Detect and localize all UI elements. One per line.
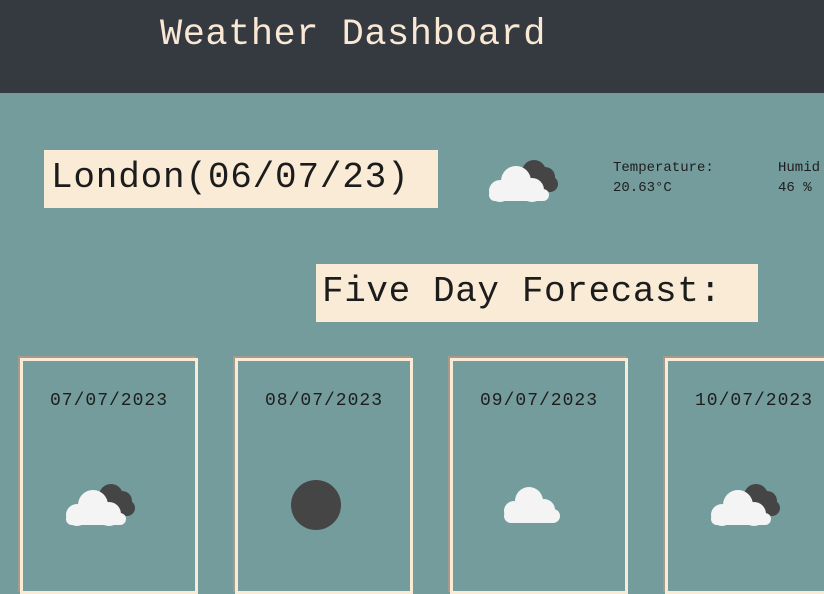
page-title: Weather Dashboard — [160, 14, 546, 56]
forecast-heading: Five Day Forecast: — [322, 271, 722, 312]
city-title: London(06/07/23) — [51, 157, 410, 198]
humidity-label: Humid — [778, 160, 821, 176]
temperature-value: 20.63°C — [613, 180, 672, 196]
sun-icon — [291, 480, 341, 530]
temperature-stat: Temperature: 20.63°C — [613, 158, 714, 198]
header-bar: Weather Dashboard — [0, 0, 824, 93]
cloudy-icon — [711, 484, 780, 526]
forecast-date: 08/07/2023 — [264, 391, 384, 411]
forecast-date: 07/07/2023 — [49, 391, 169, 411]
humidity-value: 46 % — [778, 180, 812, 196]
cloudy-icon — [66, 484, 135, 526]
forecast-day-card: 10/07/2023 — [665, 358, 824, 594]
current-weather-title-box: London(06/07/23) — [44, 150, 438, 208]
forecast-day-card: 07/07/2023 — [20, 358, 198, 594]
forecast-day-card: 09/07/2023 — [450, 358, 628, 594]
humidity-stat: Humid 46 % — [778, 158, 820, 198]
cloud-icon — [504, 487, 560, 523]
temperature-label: Temperature: — [613, 160, 714, 176]
forecast-date: 10/07/2023 — [694, 391, 814, 411]
cloudy-icon — [489, 160, 558, 202]
forecast-heading-box: Five Day Forecast: — [316, 264, 758, 322]
forecast-date: 09/07/2023 — [479, 391, 599, 411]
forecast-day-card: 08/07/2023 — [235, 358, 413, 594]
